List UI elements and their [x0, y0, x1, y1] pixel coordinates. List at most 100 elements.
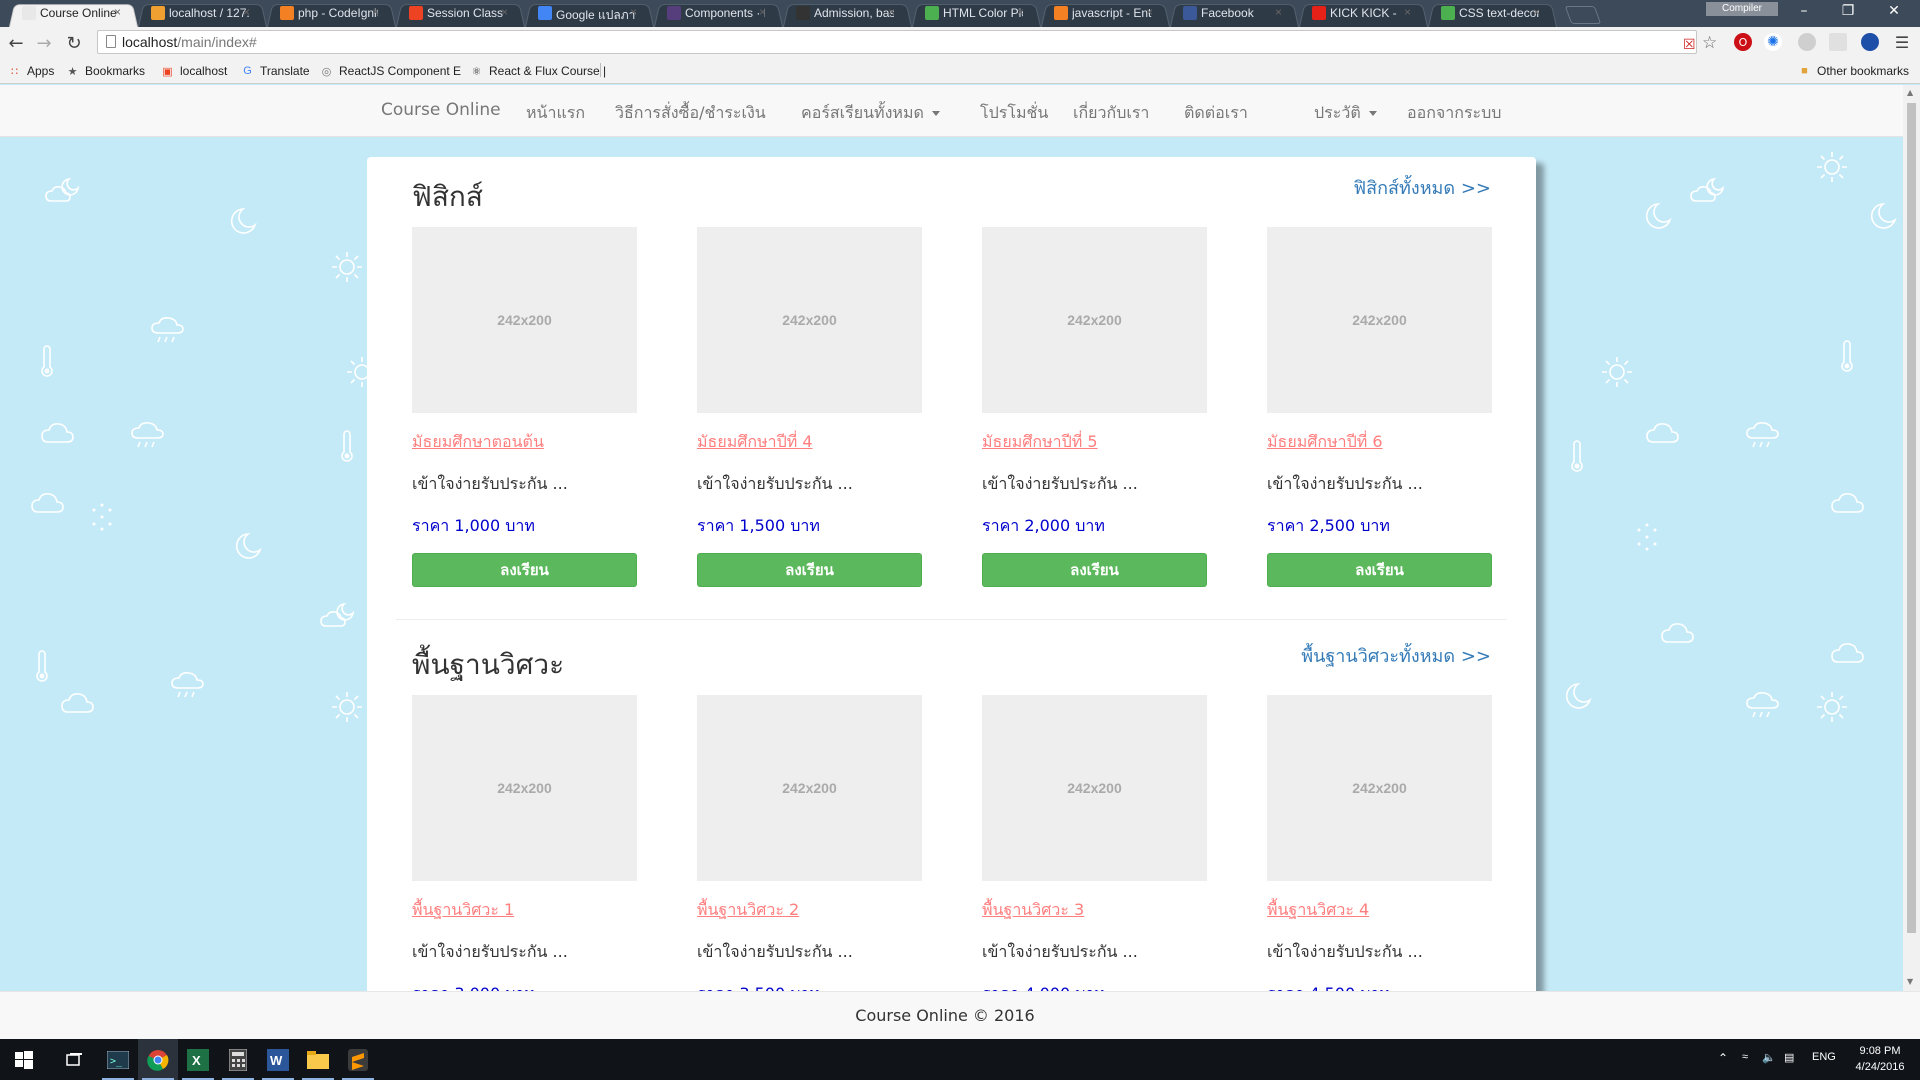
page-scrollbar[interactable]: ▲ ▼ — [1903, 85, 1920, 991]
close-tab-icon[interactable]: × — [372, 5, 379, 19]
browser-tab[interactable]: Course Online × — [4, 0, 143, 27]
file-explorer-icon[interactable] — [298, 1039, 338, 1080]
browser-tab[interactable]: Components · Bo× — [649, 0, 788, 27]
course-thumbnail[interactable]: 242x200 — [697, 227, 922, 413]
close-tab-icon[interactable]: × — [1146, 5, 1153, 19]
system-clock[interactable]: 9:08 PM 4/24/2016 — [1850, 1043, 1910, 1075]
browser-tab[interactable]: Facebook × — [1165, 0, 1304, 27]
network-extension-icon[interactable]: ✺ — [1764, 33, 1782, 51]
close-tab-icon[interactable]: × — [1404, 5, 1411, 19]
course-title-link[interactable]: มัธยมศึกษาปีที่ 5 — [982, 430, 1207, 455]
tray-chevron-icon[interactable]: ⌃ — [1718, 1051, 1728, 1065]
brand-link[interactable]: Course Online — [381, 100, 501, 120]
nav-home[interactable]: หน้าแรก — [526, 101, 585, 126]
nav-about[interactable]: เกี่ยวกับเรา — [1073, 101, 1149, 126]
wifi-icon[interactable]: ≈ — [1742, 1051, 1748, 1063]
volume-icon[interactable]: 🔈 — [1762, 1051, 1776, 1064]
chrome-menu-icon[interactable]: ☰ — [1893, 33, 1911, 52]
extension-gray-icon[interactable] — [1798, 33, 1816, 51]
bookmark-star-icon[interactable]: ☆ — [1702, 33, 1717, 53]
course-thumbnail[interactable]: 242x200 — [412, 695, 637, 881]
browser-tab[interactable]: CSS text-decora × — [1423, 0, 1562, 27]
browser-tab[interactable]: Session Class : C× — [391, 0, 530, 27]
course-title-link[interactable]: มัธยมศึกษาตอนต้น — [412, 430, 637, 455]
terminal-icon[interactable]: >_ — [98, 1039, 138, 1080]
bookmark-item[interactable]: ⚛ React & Flux Course | — [470, 62, 607, 80]
bookmark-item[interactable]: ▣ localhost — [161, 62, 227, 80]
nav-promotion[interactable]: โปรโมชั่น — [980, 101, 1048, 126]
course-thumbnail[interactable]: 242x200 — [982, 227, 1207, 413]
close-tab-icon[interactable]: × — [1533, 5, 1540, 19]
close-window-icon[interactable]: ✕ — [1872, 0, 1916, 22]
scroll-down-icon[interactable]: ▼ — [1907, 977, 1913, 986]
blocked-content-icon[interactable]: ☒ — [1683, 37, 1696, 53]
enroll-button[interactable]: ลงเรียน — [982, 553, 1207, 587]
excel-icon[interactable]: X — [178, 1039, 218, 1080]
close-tab-icon[interactable]: × — [1017, 5, 1024, 19]
task-view-icon[interactable] — [50, 1039, 98, 1080]
language-indicator[interactable]: ENG — [1812, 1051, 1836, 1063]
enroll-button[interactable]: ลงเรียน — [1267, 553, 1492, 587]
action-center-icon[interactable]: ▤ — [1784, 1051, 1794, 1064]
course-title-link[interactable]: มัธยมศึกษาปีที่ 6 — [1267, 430, 1492, 455]
nav-history[interactable]: ประวัติ — [1314, 101, 1377, 126]
browser-tab[interactable]: Google แปลภาษา× — [520, 0, 659, 27]
nav-all-courses[interactable]: คอร์สเรียนทั้งหมด — [801, 101, 940, 126]
course-thumbnail[interactable]: 242x200 — [697, 695, 922, 881]
view-all-link[interactable]: ฟิสิกส์ทั้งหมด >> — [1353, 173, 1491, 202]
close-tab-icon[interactable]: × — [759, 5, 766, 19]
opera-extension-icon[interactable]: O — [1734, 33, 1752, 51]
chrome-icon[interactable] — [138, 1039, 178, 1080]
sublime-text-icon[interactable] — [338, 1039, 378, 1080]
extension-blue-icon[interactable] — [1861, 33, 1879, 51]
bookmark-item[interactable]: G Translate — [241, 62, 309, 80]
word-icon[interactable]: W — [258, 1039, 298, 1080]
course-thumbnail[interactable]: 242x200 — [982, 695, 1207, 881]
nav-logout[interactable]: ออกจากระบบ — [1407, 101, 1501, 126]
browser-tab[interactable]: KICK KICK - × — [1294, 0, 1433, 27]
back-icon[interactable]: ← — [4, 31, 28, 55]
course-title-link[interactable]: พื้นฐานวิศวะ 2 — [697, 898, 922, 923]
close-tab-icon[interactable]: × — [630, 5, 637, 19]
scroll-up-icon[interactable]: ▲ — [1907, 88, 1913, 97]
reload-icon[interactable]: ↻ — [62, 31, 86, 55]
browser-tab[interactable]: localhost / 127.0 × — [133, 0, 272, 27]
extension-grid-icon[interactable] — [1829, 33, 1847, 51]
start-icon[interactable] — [0, 1039, 48, 1080]
nav-how-to-order[interactable]: วิธีการสั่งซื้อ/ชำระเงิน — [615, 101, 766, 126]
view-all-link[interactable]: พื้นฐานวิศวะทั้งหมด >> — [1301, 641, 1491, 670]
course-title-link[interactable]: พื้นฐานวิศวะ 4 — [1267, 898, 1492, 923]
other-bookmarks[interactable]: ■ Other bookmarks — [1798, 62, 1909, 80]
bookmark-item[interactable]: ◎ ReactJS Component E — [320, 62, 461, 80]
course-title-link[interactable]: พื้นฐานวิศวะ 3 — [982, 898, 1207, 923]
scroll-thumb[interactable] — [1907, 103, 1916, 933]
course-title-link[interactable]: มัธยมศึกษาปีที่ 4 — [697, 430, 922, 455]
course-thumbnail[interactable]: 242x200 — [1267, 227, 1492, 413]
course-thumbnail[interactable]: 242x200 — [1267, 695, 1492, 881]
bookmark-item[interactable]: ★ Bookmarks — [66, 62, 145, 80]
browser-tab[interactable]: php - CodeIgniter× — [262, 0, 401, 27]
course-thumbnail[interactable]: 242x200 — [412, 227, 637, 413]
course-title-link[interactable]: พื้นฐานวิศวะ 1 — [412, 898, 637, 923]
address-bar[interactable]: localhost/main/index# ☒ — [97, 30, 1697, 54]
nav-contact[interactable]: ติดต่อเรา — [1184, 101, 1248, 126]
minimize-icon[interactable]: – — [1782, 0, 1826, 22]
bookmark-item[interactable]: ∷ Apps — [8, 62, 54, 80]
close-tab-icon[interactable]: × — [243, 5, 250, 19]
forward-icon[interactable]: → — [32, 31, 56, 55]
browser-tab[interactable]: HTML Color Pick× — [907, 0, 1046, 27]
profile-button[interactable]: Compiler — [1706, 2, 1778, 16]
github-icon — [796, 6, 810, 20]
close-tab-icon[interactable]: × — [114, 5, 121, 19]
new-tab-button[interactable] — [1564, 6, 1602, 24]
restore-icon[interactable]: ❐ — [1826, 0, 1870, 22]
browser-tab[interactable]: javascript - Ent × — [1036, 0, 1175, 27]
close-tab-icon[interactable]: × — [1275, 5, 1282, 19]
calculator-icon[interactable] — [218, 1039, 258, 1080]
enroll-button[interactable]: ลงเรียน — [697, 553, 922, 587]
close-tab-icon[interactable]: × — [501, 5, 508, 19]
enroll-button[interactable]: ลงเรียน — [412, 553, 637, 587]
browser-tab[interactable]: Admission, bas × — [778, 0, 917, 27]
url-text[interactable]: localhost/main/index# — [122, 34, 257, 50]
close-tab-icon[interactable]: × — [888, 5, 895, 19]
